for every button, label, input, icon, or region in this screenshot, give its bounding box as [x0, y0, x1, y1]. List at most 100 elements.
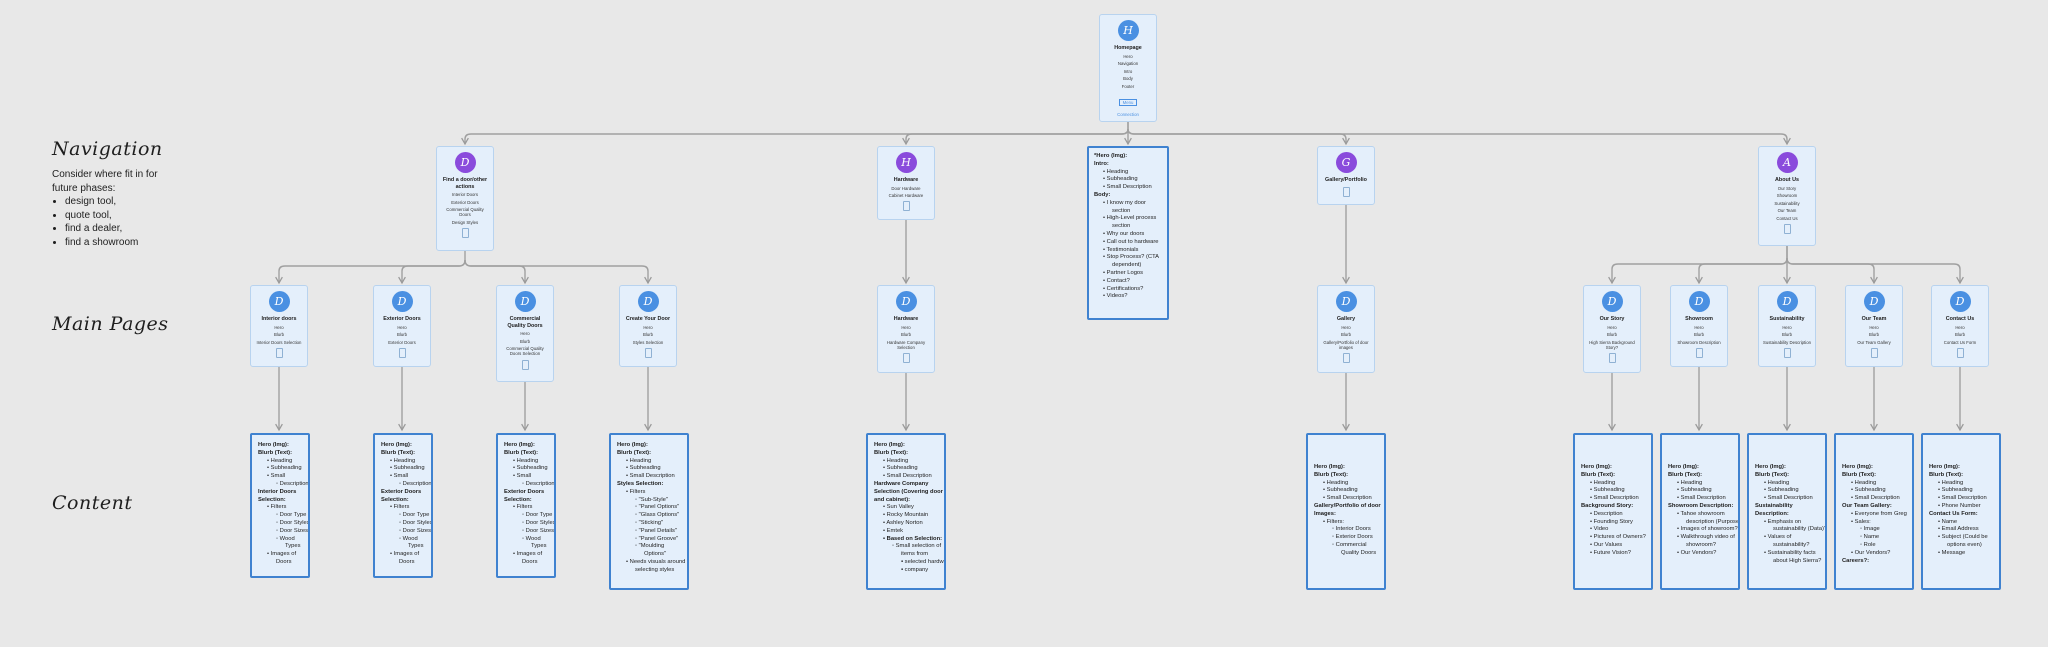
connector-find-create	[464, 259, 652, 285]
card-item: Showroom Description	[1677, 339, 1721, 345]
phone-icon	[1956, 347, 1964, 358]
card-title: Gallery/Portfolio	[1325, 177, 1367, 183]
card-title: Hardware	[893, 177, 919, 183]
content-line: • Our Vendors?	[1677, 549, 1717, 556]
card-item: Interior Doors Selection	[256, 339, 302, 345]
content-line: Blurb (Text):	[504, 449, 539, 456]
phone-icon	[902, 201, 910, 212]
content-line: ◦ "Panel Details"	[635, 527, 677, 534]
menu-button[interactable]: Menu	[1118, 99, 1138, 107]
content-line: Blurb (Text):	[1314, 471, 1349, 478]
content-line: • Emphasis on	[1764, 518, 1802, 525]
card-title: Commercial Quality Doors	[507, 316, 543, 329]
find-door-card[interactable]: D Find a door/other actions Interior Doo…	[436, 146, 494, 251]
content-line: Doors	[399, 558, 415, 565]
content-line: Gallery/Portfolio of door	[1314, 502, 1381, 509]
content-line: • Images of	[267, 551, 297, 558]
homepage-card[interactable]: H Homepage Hero Navigation Intro Body Fo…	[1099, 14, 1157, 122]
content-line: • Filters	[267, 504, 287, 511]
content-line: Showroom Description:	[1668, 502, 1734, 509]
card-item: Our Team	[1777, 208, 1797, 214]
content-line: • Subject (Could be	[1938, 534, 1988, 541]
content-line: • Heading	[1938, 479, 1964, 486]
gallery-content-box: Hero (Img): Blurb (Text): • Heading • Subhe…	[1306, 433, 1386, 590]
content-line: • Heading	[390, 457, 416, 464]
content-line: • Based on Selection:	[883, 535, 943, 542]
navigation-note-item: find a showroom	[65, 236, 172, 250]
commercial-doors-card[interactable]: D Commercial Quality Doors Hero Blurb Co…	[496, 285, 554, 382]
content-line: • Small Description	[883, 473, 932, 480]
content-line: ◦ "Moulding	[635, 543, 665, 550]
gallery-nav-card[interactable]: G Gallery/Portfolio	[1317, 146, 1375, 205]
content-line: • Phone Number	[1938, 502, 1981, 509]
content-line: ◦ Door Styles	[276, 519, 310, 526]
content-line: • Small Description	[1103, 184, 1152, 191]
card-item: Blurb	[1340, 332, 1352, 338]
connector-about-team	[1786, 257, 1878, 285]
card-item: Exterior Doors	[451, 199, 479, 205]
avatar-our-team: D	[1863, 291, 1885, 312]
content-line: Blurb (Text):	[381, 449, 416, 456]
content-line: • Heading	[1851, 479, 1877, 486]
create-door-card[interactable]: D Create Your Door Hero Blurb Styles Sel…	[619, 285, 677, 367]
content-line: ◦ Door Sizes	[399, 527, 432, 534]
connector-find-exterior	[398, 259, 466, 285]
content-line: Doors	[522, 558, 538, 565]
homepage-content-box: *Hero (Img): Intro: • Heading • Subheading •…	[1087, 146, 1169, 320]
content-line: • Email Address	[1938, 526, 1979, 533]
content-line: and cabinet):	[874, 496, 911, 503]
content-line: Exterior Doors	[381, 488, 422, 495]
exterior-doors-card[interactable]: D Exterior Doors Hero Blurb Exterior Doo…	[373, 285, 431, 367]
card-item: Our Team Gallery	[1857, 339, 1891, 345]
phone-icon	[1695, 347, 1703, 358]
content-line: Hero (Img):	[874, 442, 905, 448]
connection-link[interactable]: Connection	[1100, 112, 1156, 117]
connector-home-gallery	[1127, 128, 1350, 146]
hardware-nav-card[interactable]: H Hardware Door Hardware Cabinet Hardwar…	[877, 146, 935, 220]
content-line: Interior Doors	[258, 488, 297, 495]
section-title-main-pages: Main Pages	[52, 313, 169, 335]
sustainability-card[interactable]: D Sustainability Hero Blurb Sustainabili…	[1758, 285, 1816, 367]
phone-icon	[521, 359, 529, 370]
gallery-main-card[interactable]: D Gallery Hero Blurb Gallery/Portfolio o…	[1317, 285, 1375, 373]
avatar-hardware-main: D	[895, 291, 917, 312]
our-story-content-box: Hero (Img): Blurb (Text): • Heading • Subhe…	[1573, 433, 1653, 590]
card-title: Exterior Doors	[383, 316, 421, 322]
content-line: Contact Us Form:	[1929, 510, 1978, 517]
content-line: Doors	[276, 558, 292, 565]
content-line: ◦ Door Sizes	[276, 527, 309, 534]
avatar-find-door: D	[454, 152, 476, 173]
content-line: options even)	[1947, 541, 1982, 548]
content-line: • Subheading	[390, 465, 425, 472]
card-title: About Us	[1775, 177, 1799, 183]
our-team-card[interactable]: D Our Team Hero Blurb Our Team Gallery	[1845, 285, 1903, 367]
card-item: Commercial Quality Doors Selection	[506, 346, 544, 357]
content-line: Selection:	[381, 496, 409, 503]
interior-doors-card[interactable]: D Interior doors Hero Blurb Interior Doo…	[250, 285, 308, 367]
content-line: Hero (Img):	[1755, 464, 1786, 470]
about-nav-card[interactable]: A About Us Our Story Showroom Sustainabi…	[1758, 146, 1816, 246]
content-line: • Small Description	[1677, 495, 1726, 502]
content-line: Selection:	[258, 496, 286, 503]
hardware-main-card[interactable]: D Hardware Hero Blurb Hardware Company S…	[877, 285, 935, 373]
showroom-card[interactable]: D Showroom Hero Blurb Showroom Descripti…	[1670, 285, 1728, 367]
content-line: • Needs visuals around	[626, 558, 686, 565]
exterior-content-box: Hero (Img): Blurb (Text): • Heading • Subhe…	[373, 433, 433, 578]
content-line: section	[1112, 207, 1131, 214]
showroom-content-box: Hero (Img): Blurb (Text): • Heading • Subhe…	[1660, 433, 1740, 590]
card-title: Gallery	[1336, 316, 1356, 322]
content-line: • Subheading	[1323, 487, 1358, 494]
content-line: • Pictures of Owners?	[1590, 534, 1646, 541]
content-line: ▪ company	[901, 566, 929, 573]
contact-us-card[interactable]: D Contact Us Hero Blurb Contact Us Form	[1931, 285, 1989, 367]
content-line: items from	[901, 551, 929, 558]
our-story-card[interactable]: D Our Story Hero Blurb High Sierra Backg…	[1583, 285, 1641, 373]
content-line: ◦ Image	[1860, 526, 1880, 533]
content-line: Types	[408, 543, 424, 550]
phone-icon	[644, 347, 652, 358]
content-line: section	[1112, 223, 1131, 230]
card-item: Showroom	[1776, 193, 1798, 199]
content-line: ◦ Role	[1860, 541, 1876, 548]
content-line: • Small Description	[626, 473, 675, 480]
content-line: • Future Vision?	[1590, 549, 1631, 556]
